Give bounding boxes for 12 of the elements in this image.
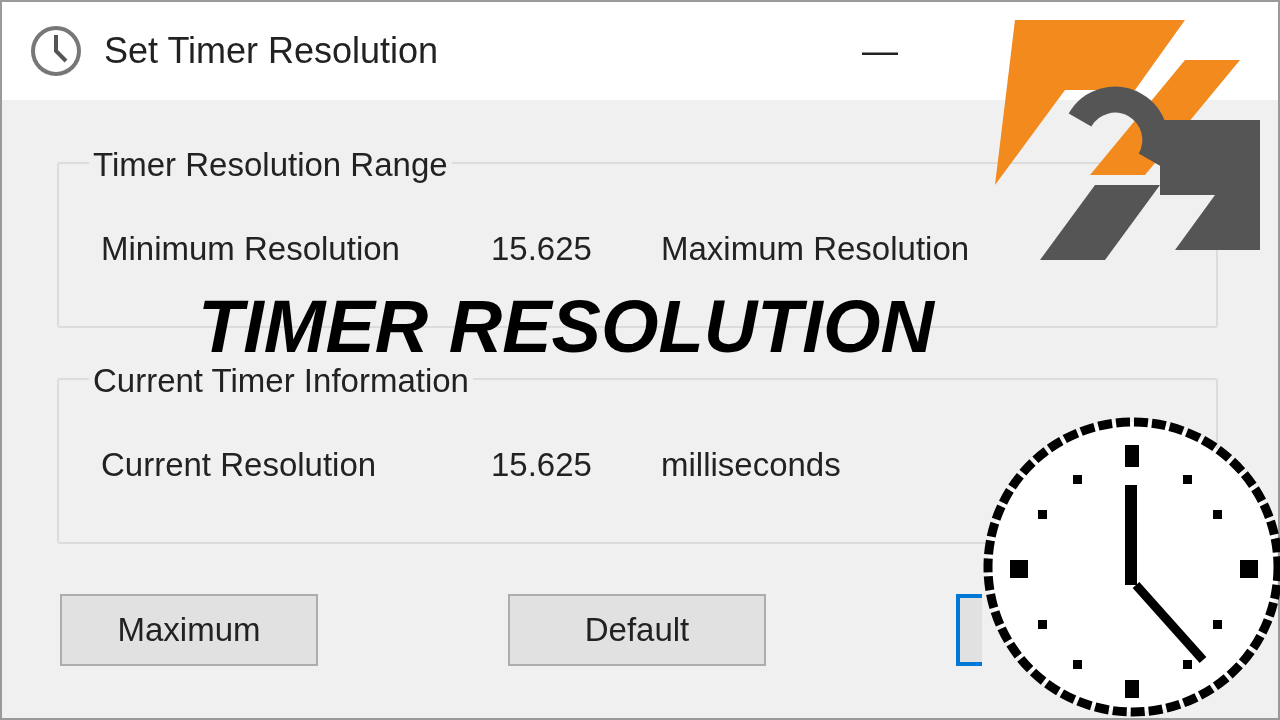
dialog-button[interactable] bbox=[956, 594, 982, 666]
value-text: 15.625 bbox=[491, 445, 593, 486]
field-label: Minimum Resolution bbox=[101, 229, 401, 270]
field-label: Maximum Resolution bbox=[661, 229, 971, 270]
dialog-button[interactable]: Maximum bbox=[60, 594, 318, 666]
minimize-button[interactable]: — bbox=[840, 24, 920, 78]
clock-icon bbox=[30, 25, 82, 77]
field-label: milliseconds bbox=[661, 445, 842, 486]
dialog-button[interactable]: Default bbox=[508, 594, 766, 666]
window-title: Set Timer Resolution bbox=[104, 29, 439, 73]
field-label: Current Resolution bbox=[101, 445, 378, 486]
value-text: 15.625 bbox=[491, 229, 593, 270]
